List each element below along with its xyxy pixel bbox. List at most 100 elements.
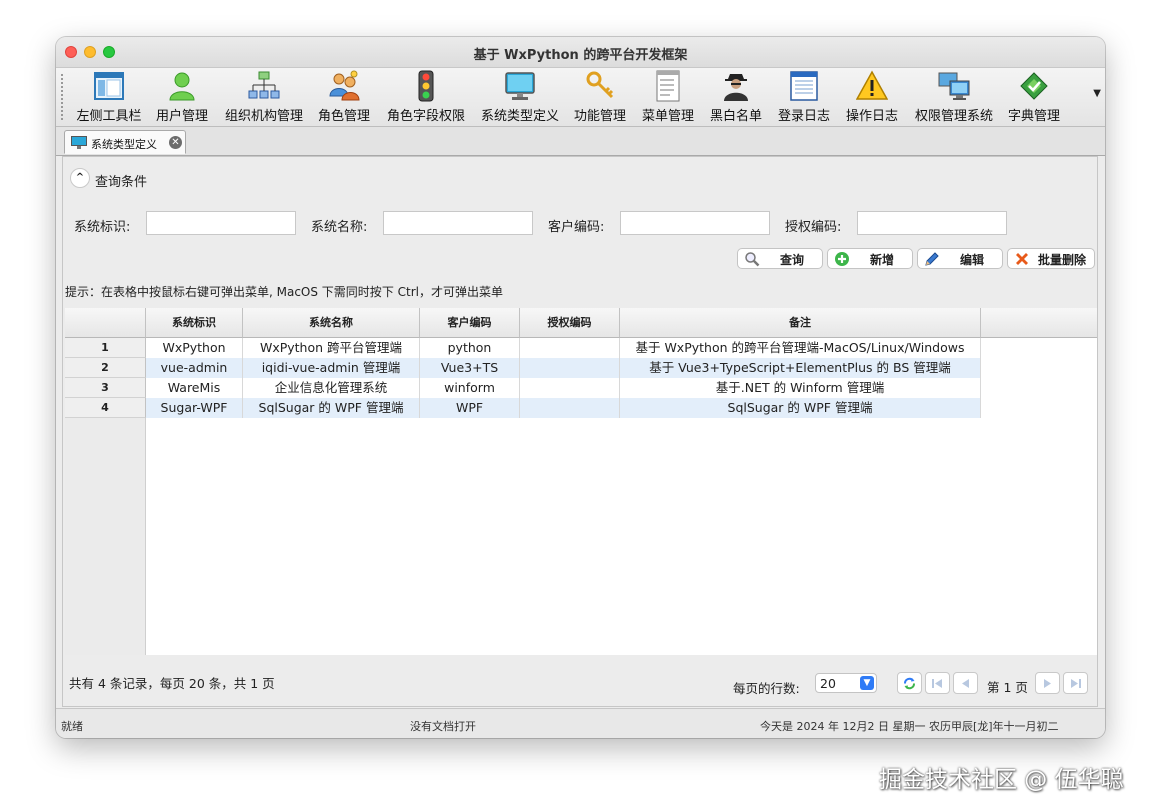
toolbar-role-field-permission[interactable]: 角色字段权限 bbox=[384, 70, 468, 124]
table-cell[interactable]: vue-admin bbox=[146, 358, 243, 378]
toolbar-label: 角色字段权限 bbox=[386, 109, 465, 124]
column-header-remark[interactable]: 备注 bbox=[620, 308, 981, 338]
batch-delete-button[interactable]: 批量删除 bbox=[1007, 248, 1095, 269]
traffic-light-icon bbox=[418, 70, 434, 102]
table-cell[interactable]: WPF bbox=[420, 398, 520, 418]
delete-x-icon bbox=[1016, 253, 1028, 265]
table-cell[interactable]: 基于.NET 的 Winform 管理端 bbox=[620, 378, 981, 398]
spy-icon bbox=[724, 74, 748, 101]
tab-system-type[interactable]: 系统类型定义 ✕ bbox=[64, 130, 186, 154]
toolbar-grip[interactable] bbox=[61, 74, 63, 120]
data-grid[interactable]: 系统标识 系统名称 客户编码 授权编码 备注 1 WxPython WxPyth… bbox=[65, 308, 1097, 655]
window-title: 基于 WxPython 的跨平台开发框架 bbox=[473, 48, 688, 63]
toolbar-label: 角色管理 bbox=[317, 109, 370, 124]
search-button[interactable]: 查询 bbox=[737, 248, 823, 269]
status-bar: 就绪 没有文档打开 今天是 2024 年 12月2 日 星期一 农历甲辰[龙]年… bbox=[56, 708, 1105, 738]
corner-header[interactable] bbox=[65, 308, 146, 338]
system-name-input[interactable] bbox=[383, 211, 533, 235]
toolbar-label: 左侧工具栏 bbox=[76, 109, 142, 124]
toolbar-label: 功能管理 bbox=[573, 109, 626, 124]
table-cell[interactable] bbox=[520, 378, 620, 398]
auth-code-input[interactable] bbox=[857, 211, 1007, 235]
table-cell[interactable] bbox=[520, 358, 620, 378]
menu-list-icon bbox=[656, 70, 680, 102]
toolbar-login-log[interactable]: 登录日志 bbox=[774, 70, 834, 124]
table-cell[interactable]: WxPython bbox=[146, 338, 243, 358]
toolbar-function-management[interactable]: 功能管理 bbox=[570, 70, 630, 124]
first-page-button[interactable] bbox=[925, 672, 950, 694]
refresh-button[interactable] bbox=[897, 672, 922, 694]
column-header-system-name[interactable]: 系统名称 bbox=[243, 308, 420, 338]
toolbar-label: 用户管理 bbox=[155, 109, 208, 124]
search-icon bbox=[745, 252, 760, 267]
sidebar-window-icon bbox=[94, 72, 124, 100]
table-cell[interactable]: WareMis bbox=[146, 378, 243, 398]
close-tab-icon[interactable]: ✕ bbox=[169, 136, 182, 149]
table-cell[interactable]: python bbox=[420, 338, 520, 358]
column-header-system-id[interactable]: 系统标识 bbox=[146, 308, 243, 338]
toolbar-label: 系统类型定义 bbox=[480, 109, 559, 124]
column-header-auth-code[interactable]: 授权编码 bbox=[520, 308, 620, 338]
previous-page-button[interactable] bbox=[953, 672, 978, 694]
page-size-select[interactable]: 20 ▼ bbox=[815, 673, 877, 693]
system-id-input[interactable] bbox=[146, 211, 296, 235]
edit-button[interactable]: 编辑 bbox=[917, 248, 1003, 269]
row-number[interactable]: 3 bbox=[65, 378, 146, 398]
toolbar-overflow-icon[interactable]: ▼ bbox=[1093, 88, 1101, 99]
current-page-label: 第 1 页 bbox=[987, 680, 1028, 695]
row-number[interactable]: 4 bbox=[65, 398, 146, 418]
title-bar: 基于 WxPython 的跨平台开发框架 bbox=[56, 37, 1105, 68]
toolbar-left-sidebar[interactable]: 左侧工具栏 bbox=[74, 70, 144, 124]
toolbar-menu-management[interactable]: 菜单管理 bbox=[638, 70, 698, 124]
table-cell[interactable]: 基于 WxPython 的跨平台管理端-MacOS/Linux/Windows bbox=[620, 338, 981, 358]
table-cell[interactable]: winform bbox=[420, 378, 520, 398]
table-cell[interactable]: iqidi-vue-admin 管理端 bbox=[243, 358, 420, 378]
toolbar-blacklist[interactable]: 黑白名单 bbox=[706, 70, 766, 124]
toolbar-user-management[interactable]: 用户管理 bbox=[152, 70, 212, 124]
toolbar-operation-log[interactable]: 操作日志 bbox=[842, 70, 902, 124]
toolbar-label: 登录日志 bbox=[777, 109, 830, 124]
add-button[interactable]: 新增 bbox=[827, 248, 913, 269]
toolbar-org-management[interactable]: 组织机构管理 bbox=[222, 70, 306, 124]
hint-text: 提示：在表格中按鼠标右键可弹出菜单, MacOS 下需同时按下 Ctrl，才可弹… bbox=[65, 285, 503, 299]
refresh-icon bbox=[904, 677, 915, 690]
last-page-button[interactable] bbox=[1063, 672, 1088, 694]
column-header-filler bbox=[981, 308, 1097, 338]
status-document: 没有文档打开 bbox=[410, 720, 476, 733]
table-cell[interactable]: SqlSugar 的 WPF 管理端 bbox=[620, 398, 981, 418]
row-number[interactable]: 1 bbox=[65, 338, 146, 358]
row-number[interactable]: 2 bbox=[65, 358, 146, 378]
content-panel: ^ 查询条件 系统标识: 系统名称: 客户编码: 授权编码: 查询 新增 编辑 … bbox=[62, 156, 1098, 707]
toolbar-role-management[interactable]: 角色管理 bbox=[314, 70, 374, 124]
next-page-button[interactable] bbox=[1035, 672, 1060, 694]
table-cell[interactable]: WxPython 跨平台管理端 bbox=[243, 338, 420, 358]
table-cell[interactable]: SqlSugar 的 WPF 管理端 bbox=[243, 398, 420, 418]
add-icon bbox=[835, 252, 849, 266]
table-cell[interactable]: Sugar-WPF bbox=[146, 398, 243, 418]
column-header-customer-code[interactable]: 客户编码 bbox=[420, 308, 520, 338]
monitor-icon bbox=[505, 72, 535, 100]
table-cell[interactable] bbox=[520, 338, 620, 358]
monitor-icon bbox=[71, 136, 87, 149]
toolbar-dictionary[interactable]: 字典管理 bbox=[1004, 70, 1064, 124]
toolbar-system-type[interactable]: 系统类型定义 bbox=[478, 70, 562, 124]
table-cell[interactable]: 基于 Vue3+TypeScript+ElementPlus 的 BS 管理端 bbox=[620, 358, 981, 378]
table-cell[interactable]: Vue3+TS bbox=[420, 358, 520, 378]
tab-label: 系统类型定义 bbox=[91, 138, 157, 151]
table-cell[interactable]: 企业信息化管理系统 bbox=[243, 378, 420, 398]
toolbar-label: 操作日志 bbox=[845, 109, 898, 124]
table-cell[interactable] bbox=[520, 398, 620, 418]
next-page-icon bbox=[1044, 679, 1051, 688]
customer-code-input[interactable] bbox=[620, 211, 770, 235]
field-label-system-name: 系统名称: bbox=[311, 220, 368, 235]
watermark-text: 掘金技术社区 @ 伍华聪 bbox=[879, 767, 1124, 793]
org-chart-icon bbox=[248, 71, 280, 99]
warning-icon bbox=[856, 70, 888, 100]
status-ready: 就绪 bbox=[61, 720, 83, 733]
collapse-query-button[interactable]: ^ bbox=[70, 168, 90, 188]
keys-icon bbox=[586, 71, 614, 99]
first-page-icon bbox=[932, 679, 942, 688]
toolbar-permission-system[interactable]: 权限管理系统 bbox=[912, 70, 996, 124]
pencil-icon bbox=[925, 252, 939, 266]
record-summary: 共有 4 条记录，每页 20 条，共 1 页 bbox=[69, 676, 275, 691]
